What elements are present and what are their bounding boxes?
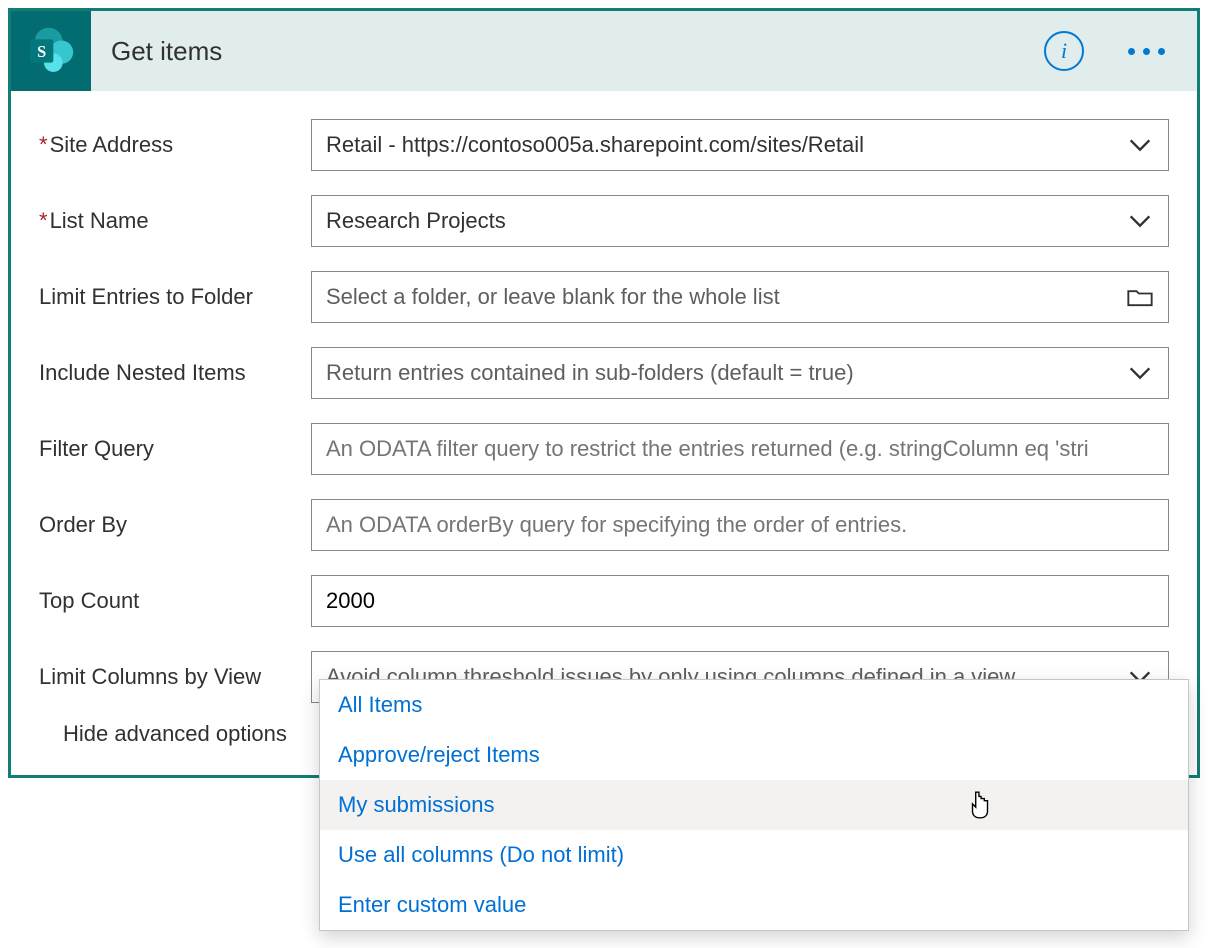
- orderby-input[interactable]: [326, 512, 1154, 538]
- pointer-cursor-icon: [967, 790, 993, 820]
- topcount-label: Top Count: [39, 588, 311, 614]
- limit-folder-placeholder: Select a folder, or leave blank for the …: [326, 284, 1126, 310]
- sharepoint-icon: S: [11, 11, 91, 91]
- nested-field[interactable]: Return entries contained in sub-folders …: [311, 347, 1169, 399]
- site-address-value: Retail - https://contoso005a.sharepoint.…: [326, 132, 1126, 158]
- svg-text:S: S: [37, 42, 46, 61]
- chevron-down-icon: [1126, 131, 1154, 159]
- dropdown-item-custom[interactable]: Enter custom value: [320, 880, 1188, 930]
- topcount-field[interactable]: [311, 575, 1169, 627]
- list-name-label: *List Name: [39, 208, 311, 234]
- card-body: *Site Address Retail - https://contoso00…: [11, 91, 1197, 775]
- filter-field[interactable]: [311, 423, 1169, 475]
- limit-folder-field[interactable]: Select a folder, or leave blank for the …: [311, 271, 1169, 323]
- dropdown-item-approve-reject[interactable]: Approve/reject Items: [320, 730, 1188, 780]
- dropdown-item-my-submissions[interactable]: My submissions: [320, 780, 1188, 830]
- list-name-value: Research Projects: [326, 208, 1126, 234]
- dropdown-item-all-items[interactable]: All Items: [320, 680, 1188, 730]
- folder-icon[interactable]: [1126, 283, 1154, 311]
- limit-folder-label: Limit Entries to Folder: [39, 284, 311, 310]
- orderby-label: Order By: [39, 512, 311, 538]
- nested-label: Include Nested Items: [39, 360, 311, 386]
- info-button[interactable]: i: [1044, 31, 1084, 71]
- orderby-field[interactable]: [311, 499, 1169, 551]
- card-title: Get items: [91, 36, 1044, 67]
- filter-label: Filter Query: [39, 436, 311, 462]
- nested-placeholder: Return entries contained in sub-folders …: [326, 360, 1126, 386]
- filter-input[interactable]: [326, 436, 1154, 462]
- chevron-down-icon: [1126, 359, 1154, 387]
- chevron-down-icon: [1126, 207, 1154, 235]
- site-address-field[interactable]: Retail - https://contoso005a.sharepoint.…: [311, 119, 1169, 171]
- list-name-field[interactable]: Research Projects: [311, 195, 1169, 247]
- limitcols-dropdown: All Items Approve/reject Items My submis…: [319, 679, 1189, 931]
- dropdown-item-use-all[interactable]: Use all columns (Do not limit): [320, 830, 1188, 880]
- action-card: S Get items i *Site Address Retail - htt…: [8, 8, 1200, 778]
- site-address-label: *Site Address: [39, 132, 311, 158]
- limitcols-label: Limit Columns by View: [39, 664, 311, 690]
- topcount-input[interactable]: [326, 588, 1154, 614]
- more-button[interactable]: [1120, 48, 1173, 55]
- card-header: S Get items i: [11, 11, 1197, 91]
